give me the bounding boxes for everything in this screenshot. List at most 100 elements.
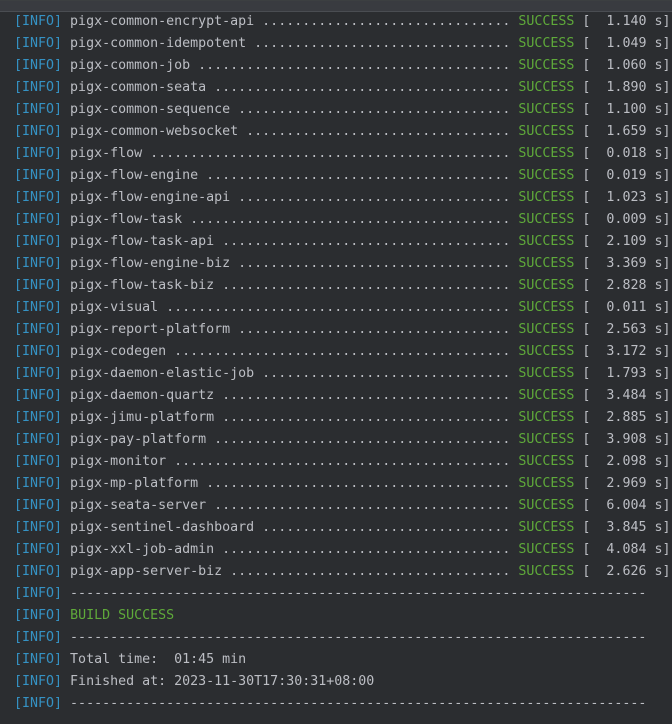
status-success: SUCCESS: [518, 212, 575, 227]
log-message: pigx-seata-server ......................…: [62, 498, 519, 513]
log-message: pigx-common-seata ......................…: [62, 80, 519, 95]
log-level-tag: [INFO]: [14, 608, 63, 623]
status-success: SUCCESS: [518, 256, 575, 271]
console-line: [INFO] pigx-flow-engine-biz ............…: [14, 253, 670, 275]
build-duration: [ 1.049 s]: [574, 36, 671, 51]
log-level-tag: [INFO]: [14, 168, 63, 183]
log-message: pigx-flow-engine .......................…: [62, 168, 519, 183]
log-level-tag: [INFO]: [14, 212, 63, 227]
log-message: pigx-common-websocket ..................…: [62, 124, 519, 139]
log-level-tag: [INFO]: [14, 476, 63, 491]
build-duration: [ 2.563 s]: [574, 322, 671, 337]
console-output: [INFO] pigx-common-datasource ..........…: [14, 1, 671, 715]
log-message: pigx-common-sequence ...................…: [62, 102, 519, 117]
status-success: SUCCESS: [518, 476, 575, 491]
build-duration: [ 2.098 s]: [574, 454, 671, 469]
log-message: Finished at: 2023-11-30T17:30:31+08:00: [62, 674, 375, 689]
status-success: SUCCESS: [518, 344, 575, 359]
console-line: [INFO] pigx-pay-platform ...............…: [14, 429, 670, 451]
build-duration: [ 2.969 s]: [574, 476, 671, 491]
status-success: SUCCESS: [518, 80, 575, 95]
log-level-tag: [INFO]: [14, 454, 63, 469]
console-line: [INFO] pigx-seata-server ...............…: [14, 495, 670, 517]
build-duration: [ 1.100 s]: [574, 102, 671, 117]
build-console[interactable]: [INFO] pigx-common-datasource ..........…: [0, 0, 672, 724]
console-line: [INFO] pigx-jimu-platform ..............…: [14, 407, 670, 429]
log-level-tag: [INFO]: [14, 278, 63, 293]
log-message: [62, 608, 70, 623]
log-level-tag: [INFO]: [14, 388, 63, 403]
console-line: [INFO] pigx-flow-task ..................…: [14, 209, 670, 231]
status-success: SUCCESS: [518, 388, 575, 403]
build-duration: [ 1.023 s]: [574, 190, 671, 205]
build-duration: [ 3.172 s]: [574, 344, 671, 359]
console-line: [INFO] pigx-daemon-elastic-job .........…: [14, 363, 670, 385]
console-line: [INFO] pigx-flow-engine ................…: [14, 165, 670, 187]
status-success: SUCCESS: [518, 124, 575, 139]
log-message: pigx-xxl-job-admin .....................…: [62, 542, 519, 557]
console-line: [INFO] pigx-common-websocket ...........…: [14, 121, 670, 143]
console-line: [INFO] pigx-common-idempotent ..........…: [14, 33, 670, 55]
log-message: pigx-daemon-quartz .....................…: [62, 388, 519, 403]
build-duration: [ 3.484 s]: [574, 388, 671, 403]
log-level-tag: [INFO]: [14, 36, 63, 51]
console-line: [INFO] pigx-visual .....................…: [14, 297, 670, 319]
build-duration: [ 1.890 s]: [574, 80, 671, 95]
console-line: [INFO] ---------------------------------…: [14, 583, 670, 605]
log-level-tag: [INFO]: [14, 366, 63, 381]
log-level-tag: [INFO]: [14, 674, 63, 689]
console-line: [INFO] pigx-common-encrypt-api .........…: [14, 11, 670, 33]
status-success: SUCCESS: [518, 366, 575, 381]
status-success: BUILD SUCCESS: [70, 608, 175, 623]
build-duration: [ 3.369 s]: [574, 256, 671, 271]
console-line: [INFO] pigx-report-platform ............…: [14, 319, 670, 341]
log-level-tag: [INFO]: [14, 146, 63, 161]
log-level-tag: [INFO]: [14, 344, 63, 359]
build-duration: [ 0.009 s]: [574, 212, 671, 227]
build-duration: [ 2.828 s]: [574, 278, 671, 293]
build-duration: [ 2.885 s]: [574, 410, 671, 425]
log-message: pigx-codegen ...........................…: [62, 344, 519, 359]
status-success: SUCCESS: [518, 14, 575, 29]
console-line: [INFO] pigx-monitor ....................…: [14, 451, 670, 473]
status-success: SUCCESS: [518, 234, 575, 249]
log-level-tag: [INFO]: [14, 190, 63, 205]
console-line: [INFO] pigx-flow-task-api ..............…: [14, 231, 670, 253]
status-success: SUCCESS: [518, 432, 575, 447]
log-message: pigx-flow-engine-biz ...................…: [62, 256, 519, 271]
log-level-tag: [INFO]: [14, 630, 63, 645]
status-success: SUCCESS: [518, 564, 575, 579]
log-level-tag: [INFO]: [14, 520, 63, 535]
console-line: [INFO] BUILD SUCCESS: [14, 605, 670, 627]
log-level-tag: [INFO]: [14, 58, 63, 73]
log-level-tag: [INFO]: [14, 542, 63, 557]
build-duration: [ 3.845 s]: [574, 520, 671, 535]
build-duration: [ 0.011 s]: [574, 300, 671, 315]
build-duration: [ 3.908 s]: [574, 432, 671, 447]
log-level-tag: [INFO]: [14, 80, 63, 95]
status-success: SUCCESS: [518, 278, 575, 293]
build-duration: [ 1.140 s]: [574, 14, 671, 29]
log-message: ----------------------------------------…: [62, 630, 647, 645]
console-line: [INFO] pigx-common-job .................…: [14, 55, 670, 77]
log-message: pigx-flow-task-api .....................…: [62, 234, 519, 249]
log-level-tag: [INFO]: [14, 322, 63, 337]
log-level-tag: [INFO]: [14, 102, 63, 117]
build-duration: [ 2.626 s]: [574, 564, 671, 579]
log-message: pigx-common-job ........................…: [62, 58, 519, 73]
build-duration: [ 1.060 s]: [574, 58, 671, 73]
console-line: [INFO] pigx-app-server-biz .............…: [14, 561, 670, 583]
log-level-tag: [INFO]: [14, 124, 63, 139]
console-line: [INFO] ---------------------------------…: [14, 693, 670, 715]
status-success: SUCCESS: [518, 102, 575, 117]
log-level-tag: [INFO]: [14, 432, 63, 447]
console-line: [INFO] ---------------------------------…: [14, 627, 670, 649]
status-success: SUCCESS: [518, 36, 575, 51]
log-message: pigx-flow-engine-api ...................…: [62, 190, 519, 205]
console-line: [INFO] pigx-sentinel-dashboard .........…: [14, 517, 670, 539]
log-message: pigx-common-idempotent .................…: [62, 36, 519, 51]
log-message: pigx-mp-platform .......................…: [62, 476, 519, 491]
log-level-tag: [INFO]: [14, 564, 63, 579]
console-line: [INFO] pigx-codegen ....................…: [14, 341, 670, 363]
build-duration: [ 4.084 s]: [574, 542, 671, 557]
